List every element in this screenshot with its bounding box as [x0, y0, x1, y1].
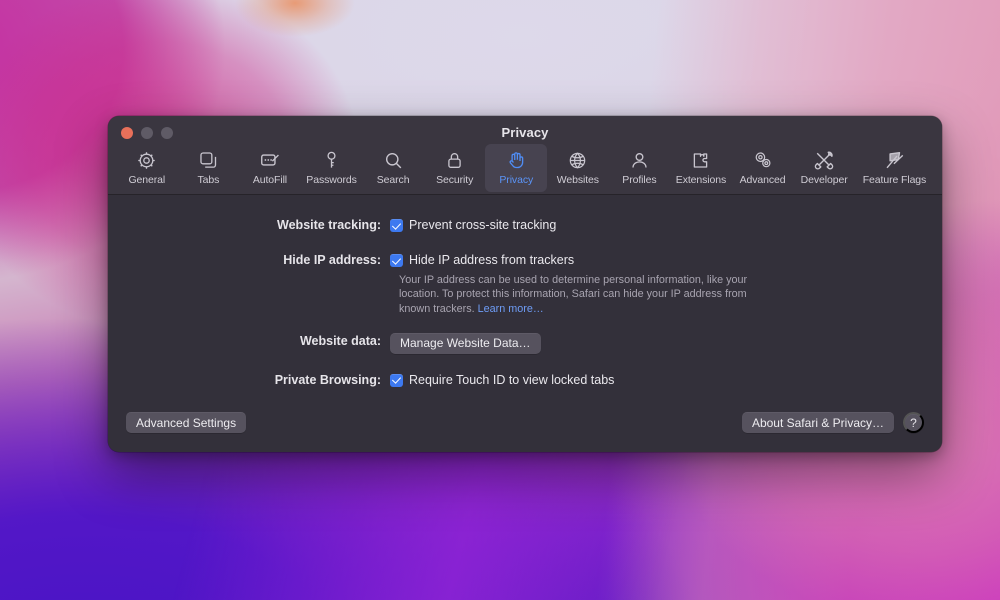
row-website-tracking: Website tracking: Prevent cross-site tra… [108, 217, 942, 234]
tab-passwords[interactable]: Passwords [301, 144, 363, 192]
tab-label: Websites [556, 174, 599, 186]
tab-developer[interactable]: Developer [793, 144, 855, 192]
tab-label: Extensions [675, 174, 727, 186]
autofill-card-pencil-icon [258, 148, 282, 172]
puzzle-piece-icon [689, 148, 713, 172]
hide-ip-from-trackers-label: Hide IP address from trackers [409, 253, 575, 267]
tabs-icon [196, 148, 220, 172]
flags-icon [882, 148, 906, 172]
tab-label: Developer [800, 174, 848, 186]
magnifier-icon [381, 148, 405, 172]
require-touch-id-label: Require Touch ID to view locked tabs [409, 372, 615, 387]
learn-more-link[interactable]: Learn more… [478, 303, 544, 315]
private-browsing-label: Private Browsing: [274, 372, 381, 387]
tab-label: General [128, 174, 166, 186]
tab-tabs[interactable]: Tabs [178, 144, 240, 192]
tab-label: Privacy [499, 174, 534, 186]
person-icon [627, 148, 651, 172]
tab-label: Advanced [739, 174, 786, 186]
tab-general[interactable]: General [116, 144, 178, 192]
tab-feature-flags[interactable]: Feature Flags [855, 144, 934, 192]
website-tracking-label: Website tracking: [277, 218, 381, 232]
safari-settings-window: Privacy General Tabs AutoFill Passwords … [108, 116, 942, 452]
tab-label: Search [376, 174, 410, 186]
row-private-browsing: Private Browsing: Require Touch ID to vi… [108, 372, 942, 389]
gear-icon [135, 148, 159, 172]
window-titlebar: Privacy General Tabs AutoFill Passwords … [108, 116, 942, 195]
tab-label: AutoFill [252, 174, 288, 186]
settings-content: Website tracking: Prevent cross-site tra… [108, 195, 942, 451]
require-touch-id-checkbox[interactable] [390, 373, 403, 387]
tab-label: Security [436, 174, 474, 186]
tab-search[interactable]: Search [362, 144, 424, 192]
tab-advanced[interactable]: Advanced [732, 144, 794, 192]
hide-ip-from-trackers-checkbox[interactable] [390, 254, 403, 267]
lock-icon [443, 148, 467, 172]
about-safari-privacy-button[interactable]: About Safari & Privacy… [741, 412, 894, 433]
gears-icon [751, 148, 775, 172]
window-footer: Advanced Settings About Safari & Privacy… [108, 412, 942, 433]
advanced-settings-button[interactable]: Advanced Settings [126, 412, 247, 433]
tab-websites[interactable]: Websites [547, 144, 609, 192]
tab-profiles[interactable]: Profiles [609, 144, 671, 192]
row-website-data: Website data: Manage Website Data… [108, 332, 942, 354]
raised-hand-icon [504, 148, 528, 172]
settings-toolbar: General Tabs AutoFill Passwords Search S… [108, 144, 942, 194]
hide-ip-address-label: Hide IP address: [283, 253, 381, 267]
hammer-wrench-icon [812, 148, 836, 172]
tab-label: Passwords [306, 174, 357, 186]
prevent-cross-site-tracking-label: Prevent cross-site tracking [409, 218, 557, 232]
prevent-cross-site-tracking-checkbox[interactable] [390, 219, 403, 232]
tab-extensions[interactable]: Extensions [670, 144, 732, 192]
hide-ip-help-body: Your IP address can be used to determine… [399, 274, 748, 315]
tab-label: Tabs [197, 174, 220, 186]
manage-website-data-button[interactable]: Manage Website Data… [390, 332, 541, 354]
globe-icon [566, 148, 590, 172]
tab-autofill[interactable]: AutoFill [239, 144, 301, 192]
tab-label: Profiles [622, 174, 657, 186]
window-title: Privacy [501, 125, 549, 140]
tab-label: Feature Flags [862, 174, 927, 186]
tab-privacy[interactable]: Privacy [485, 144, 548, 192]
website-data-label: Website data: [299, 333, 381, 348]
row-hide-ip-address: Hide IP address: Hide IP address from tr… [108, 252, 942, 269]
key-icon [320, 148, 344, 172]
help-button[interactable]: ? [903, 412, 924, 433]
desktop-wallpaper: Privacy General Tabs AutoFill Passwords … [0, 0, 1000, 600]
hide-ip-help-text: Your IP address can be used to determine… [399, 273, 759, 316]
tab-security[interactable]: Security [424, 144, 486, 192]
